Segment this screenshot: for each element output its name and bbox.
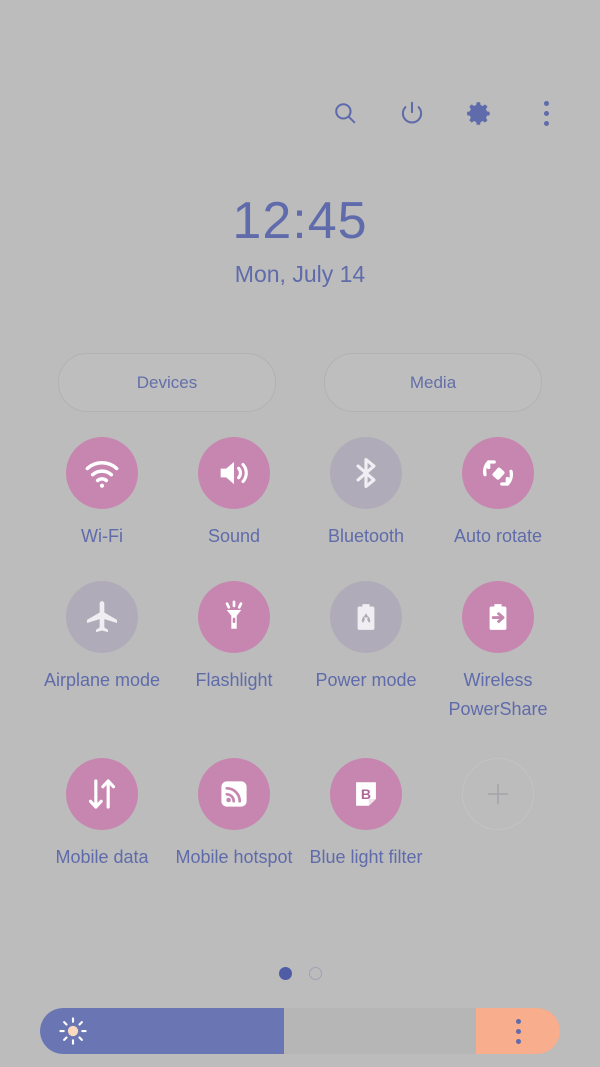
toggle-airplane-mode[interactable]: Airplane mode — [36, 581, 168, 724]
power-icon[interactable] — [392, 93, 432, 133]
toggle-label: Mobile hotspot — [175, 847, 293, 867]
toggle-label: Power mode — [315, 670, 417, 690]
toggle-label: Blue light filter — [309, 847, 423, 867]
toggle-wireless-powershare[interactable]: Wireless PowerShare — [432, 581, 564, 724]
devices-button[interactable]: Devices — [58, 353, 276, 412]
toggle-label: Flashlight — [195, 670, 273, 690]
toggle-auto-rotate[interactable]: Auto rotate — [432, 437, 564, 551]
gear-icon[interactable] — [459, 93, 499, 133]
clock-block: 12:45 Mon, July 14 — [0, 190, 600, 288]
quick-settings-toolbar — [325, 93, 566, 133]
page-dot-2[interactable] — [308, 967, 322, 980]
clock-time[interactable]: 12:45 — [0, 190, 600, 252]
clock-date[interactable]: Mon, July 14 — [0, 260, 600, 288]
toggle-label: Wi-Fi — [81, 526, 123, 546]
toggle-flashlight[interactable]: Flashlight — [168, 581, 300, 724]
sound-icon — [198, 437, 270, 509]
toggle-sound[interactable]: Sound — [168, 437, 300, 551]
media-button[interactable]: Media — [324, 353, 542, 412]
toggle-label: Mobile data — [55, 847, 149, 867]
mobile-data-icon — [66, 758, 138, 830]
blue-light-filter-icon: B — [330, 758, 402, 830]
toggle-bluetooth[interactable]: Bluetooth — [300, 437, 432, 551]
wireless-powershare-icon — [462, 581, 534, 653]
quick-toggle-grid: Wi-Fi Sound Bluetooth Auto rotate Airpla… — [36, 437, 564, 872]
toggle-label: Bluetooth — [327, 526, 405, 546]
more-options-icon[interactable] — [526, 93, 566, 133]
toggle-label: Airplane mode — [43, 670, 161, 690]
search-icon[interactable] — [325, 93, 365, 133]
page-indicator — [0, 967, 600, 980]
add-icon — [462, 758, 534, 830]
brightness-options-icon — [515, 1018, 521, 1044]
toggle-add-button[interactable] — [432, 758, 564, 872]
toggle-power-mode[interactable]: Power mode — [300, 581, 432, 724]
bluetooth-icon — [330, 437, 402, 509]
auto-rotate-icon — [462, 437, 534, 509]
airplane-icon — [66, 581, 138, 653]
toggle-wifi[interactable]: Wi-Fi — [36, 437, 168, 551]
page-dot-1[interactable] — [278, 967, 292, 980]
toggle-label: Auto rotate — [453, 526, 543, 546]
more-options-dots — [543, 100, 549, 126]
power-mode-icon — [330, 581, 402, 653]
toggle-label: Wireless PowerShare — [448, 670, 548, 719]
toggle-blue-light-filter[interactable]: B Blue light filter — [300, 758, 432, 872]
shortcut-buttons: Devices Media — [58, 353, 542, 412]
quick-settings-panel: 12:45 Mon, July 14 Devices Media Wi-Fi S… — [0, 0, 600, 1067]
mobile-hotspot-icon — [198, 758, 270, 830]
toggle-label: Sound — [207, 526, 261, 546]
svg-text:B: B — [361, 786, 371, 802]
toggle-mobile-data[interactable]: Mobile data — [36, 758, 168, 872]
flashlight-icon — [198, 581, 270, 653]
wifi-icon — [66, 437, 138, 509]
brightness-sun-icon — [59, 1017, 87, 1045]
toggle-mobile-hotspot[interactable]: Mobile hotspot — [168, 758, 300, 872]
brightness-slider[interactable] — [40, 1008, 560, 1054]
brightness-options-button[interactable] — [476, 1008, 560, 1054]
